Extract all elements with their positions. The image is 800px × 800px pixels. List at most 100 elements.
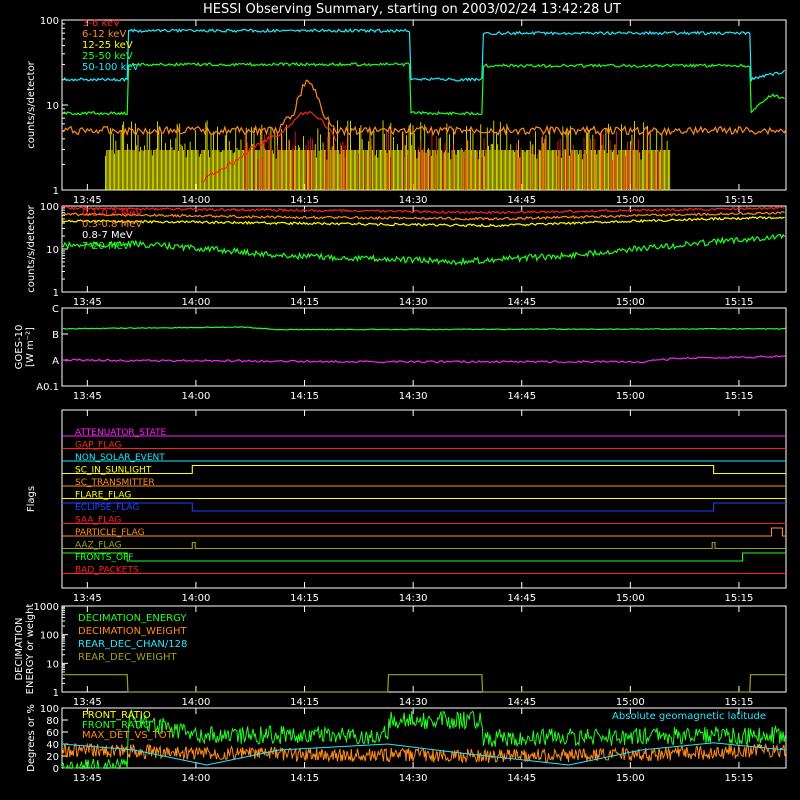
flag-label: FRONTS_OFF — [75, 553, 133, 563]
x-tick-label: 14:00 — [182, 593, 211, 604]
y-tick-label: 20 — [46, 752, 59, 763]
x-tick-label: 14:30 — [399, 391, 428, 402]
legend-entry: 0.8-7 MeV — [82, 230, 133, 241]
goes-short-series — [61, 355, 786, 364]
x-tick-label: 15:15 — [725, 593, 754, 604]
y-axis-label: DECIMATION — [14, 617, 25, 680]
legend-entry: 0.1-0.3 MeV — [82, 208, 142, 219]
y-tick-label: 1000 — [34, 602, 59, 613]
legend-entry: 12-25 keV — [82, 40, 133, 51]
x-tick-label: 15:00 — [616, 593, 645, 604]
y-tick-label: 10 — [46, 245, 59, 256]
y-tick-label: 10 — [46, 101, 59, 112]
y-tick-label: 10 — [46, 659, 59, 670]
panel-3: A0.1 A B C 13:45 14:00 14:15 14:30 14:45 15:00 15:… — [14, 304, 787, 402]
panel-1: 1 10 100 13:45 14:00 14:15 14:30 14:45 15:00 15:1… — [26, 16, 787, 206]
y-axis-label: counts/s/detector — [26, 60, 37, 148]
x-tick-label: 15:15 — [725, 391, 754, 402]
panel-5: 1 10 100 1000 13:45 14:00 14:15 14:30 14:45 15:00… — [14, 602, 787, 708]
x-tick-label: 14:30 — [399, 297, 428, 308]
y-axis-label: counts/s/detector — [26, 204, 37, 292]
legend-entry: REAR_DEC_CHAN/128 — [78, 639, 187, 650]
panel-2: 1 10 100 13:45 14:00 14:15 14:30 14:45 15:00 15:1… — [26, 202, 787, 308]
legend-entry: 6-12 keV — [82, 29, 126, 40]
series-6-12keV — [61, 79, 787, 137]
x-tick-label: 14:00 — [182, 773, 211, 784]
x-tick-label: 14:00 — [182, 297, 211, 308]
x-tick-label: 13:45 — [73, 297, 102, 308]
x-tick-label: 14:30 — [399, 773, 428, 784]
x-tick-label: 15:15 — [725, 297, 754, 308]
y-tick-label: 100 — [40, 631, 59, 642]
goes-long-series — [61, 326, 786, 331]
x-tick-label: 15:15 — [725, 697, 754, 708]
legend-entry: MAX_DET_VS_TOT — [82, 730, 174, 741]
x-tick-label: 14:45 — [507, 773, 536, 784]
series-50-100keV — [61, 27, 786, 83]
x-tick-label: 14:15 — [290, 593, 319, 604]
flag-trace — [62, 541, 786, 550]
y-tick-label: 1 — [53, 186, 59, 197]
y-tick-label: 100 — [40, 704, 59, 715]
flag-trace — [62, 464, 786, 475]
y-tick-label: 1 — [53, 288, 59, 299]
y-axis-label: GOES-10 — [14, 325, 25, 370]
rear-dec-weight-trace — [62, 674, 786, 693]
panel-frame — [61, 205, 787, 293]
x-tick-label: 15:00 — [616, 297, 645, 308]
x-tick-label: 15:00 — [616, 697, 645, 708]
x-tick-label: 14:30 — [399, 697, 428, 708]
legend-entry: 50-100 keV — [82, 62, 139, 73]
x-tick-label: 15:15 — [725, 195, 754, 206]
y-axis-label: ENERGY or weight — [25, 604, 36, 695]
x-tick-label: 15:15 — [725, 773, 754, 784]
panels: 11010013:45 14:00 14:15 14:30 14:45 15:00 15:1… — [14, 16, 787, 784]
x-tick-label: 14:30 — [399, 593, 428, 604]
x-tick-label: 14:45 — [507, 697, 536, 708]
flag-trace — [62, 502, 786, 512]
x-tick-label: 13:45 — [73, 391, 102, 402]
y-tick-label: 100 — [40, 202, 59, 213]
x-tick-label: 14:00 — [182, 391, 211, 402]
legend-entry: 7-20 MeV — [82, 241, 130, 252]
gamma-series-4 — [61, 233, 786, 266]
x-tick-label: 13:45 — [73, 593, 102, 604]
y-axis-label: Flags — [26, 486, 37, 512]
x-tick-label: 14:00 — [182, 195, 211, 206]
panel-4: 13:45 14:00 14:15 14:30 14:45 15:00 15:15 Flags… — [26, 409, 787, 604]
flag-label: ECLIPSE_FLAG — [75, 503, 139, 513]
x-tick-label: 13:45 — [73, 697, 102, 708]
y-tick-label: 60 — [46, 728, 59, 739]
legend-entry: 0.3-0.8 MeV — [82, 219, 142, 230]
summary-figure: HESSI Observing Summary, starting on 200… — [14, 2, 787, 784]
y-tick-label: 80 — [46, 716, 59, 727]
geomag-annotation: Absolute geomagnetic latitude — [612, 711, 766, 722]
x-tick-label: 14:45 — [507, 391, 536, 402]
legend-entry: DECIMATION_WEIGHT — [78, 626, 187, 637]
x-tick-label: 15:00 — [616, 773, 645, 784]
x-tick-label: 15:00 — [616, 195, 645, 206]
x-tick-label: 15:00 — [616, 391, 645, 402]
legend-entry: 3-6 keV — [82, 18, 120, 29]
y-tick-label: 1 — [53, 688, 59, 699]
figure-title: HESSI Observing Summary, starting on 200… — [203, 2, 621, 17]
x-tick-label: 13:45 — [73, 773, 102, 784]
x-tick-label: 14:15 — [290, 773, 319, 784]
y-tick-label: 0 — [53, 764, 59, 775]
y-tick-label: 40 — [46, 740, 59, 751]
x-tick-label: 14:45 — [507, 195, 536, 206]
y-axis-label: [W m⁻²] — [25, 327, 36, 367]
panel-6: 020406080100 13:45 14:00 14:15 14:30 14:45 15:… — [26, 704, 787, 784]
x-tick-label: 14:00 — [182, 697, 211, 708]
y-tick-label: A — [52, 356, 59, 367]
panel-frame — [61, 307, 787, 387]
x-tick-label: 14:15 — [290, 195, 319, 206]
x-tick-label: 14:15 — [290, 697, 319, 708]
flag-trace — [62, 527, 786, 537]
series-25-50keV — [61, 61, 785, 116]
flag-trace — [62, 552, 786, 562]
legend-entry: 25-50 keV — [82, 51, 133, 62]
y-tick-label: A0.1 — [36, 382, 59, 393]
x-tick-label: 13:45 — [73, 195, 102, 206]
y-tick-label: C — [52, 304, 59, 315]
